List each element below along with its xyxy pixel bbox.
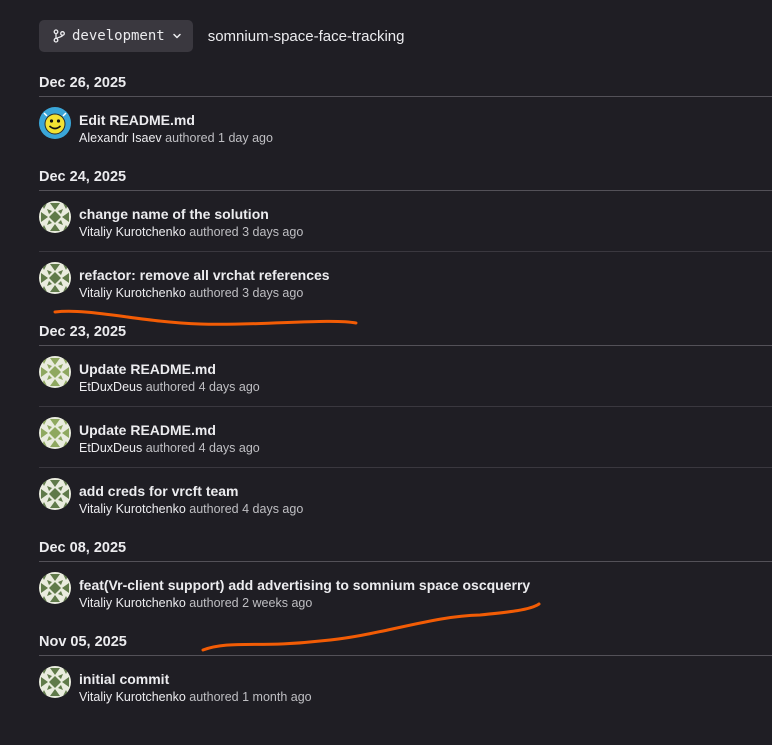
commit-author[interactable]: EtDuxDeus (79, 441, 142, 455)
commit-action: authored (189, 225, 239, 239)
commit-time: 1 day ago (218, 131, 273, 145)
commit-meta: EtDuxDeus authored 4 days ago (79, 441, 260, 455)
commit-action: authored (165, 131, 215, 145)
commit-meta: Vitaliy Kurotchenko authored 3 days ago (79, 225, 303, 239)
avatar[interactable] (39, 262, 71, 294)
commit-author[interactable]: Vitaliy Kurotchenko (79, 502, 186, 516)
commit-time: 3 days ago (242, 225, 304, 239)
commit-action: authored (145, 441, 196, 455)
day-header: Dec 24, 2025 (39, 158, 772, 191)
day-header: Dec 08, 2025 (39, 529, 772, 562)
commit-author[interactable]: Alexandr Isaev (79, 131, 162, 145)
avatar[interactable] (39, 107, 71, 139)
commit-time: 4 days ago (242, 502, 304, 516)
commit-meta: Vitaliy Kurotchenko authored 1 month ago (79, 690, 312, 704)
commit-action: authored (189, 502, 239, 516)
commit-action: authored (189, 286, 239, 300)
commit-title[interactable]: Edit README.md (79, 112, 195, 128)
commit-title[interactable]: Update README.md (79, 422, 216, 438)
commit-time: 1 month ago (242, 690, 312, 704)
avatar[interactable] (39, 356, 71, 388)
commit-row[interactable]: refactor: remove all vrchat references Vi… (39, 252, 772, 313)
commit-author[interactable]: Vitaliy Kurotchenko (79, 286, 186, 300)
commit-meta: Vitaliy Kurotchenko authored 4 days ago (79, 502, 303, 516)
commit-row[interactable]: Edit README.md Alexandr Isaev authored 1 … (39, 97, 772, 158)
commit-row[interactable]: initial commit Vitaliy Kurotchenko author… (39, 656, 772, 717)
commit-meta: Vitaliy Kurotchenko authored 2 weeks ago (79, 596, 312, 610)
commit-title[interactable]: refactor: remove all vrchat references (79, 267, 330, 283)
chevron-down-icon (171, 30, 183, 42)
commit-action: authored (189, 690, 239, 704)
day-header: Dec 23, 2025 (39, 313, 772, 346)
day-header: Dec 26, 2025 (39, 64, 772, 97)
branch-icon (52, 29, 66, 43)
commit-action: authored (189, 596, 239, 610)
commit-author[interactable]: Vitaliy Kurotchenko (79, 596, 186, 610)
avatar[interactable] (39, 572, 71, 604)
commit-author[interactable]: Vitaliy Kurotchenko (79, 690, 186, 704)
commit-title[interactable]: Update README.md (79, 361, 216, 377)
commit-time: 3 days ago (242, 286, 304, 300)
commit-list: Dec 26, 2025 Edit README.md Alexandr Isaev… (39, 64, 772, 717)
avatar[interactable] (39, 666, 71, 698)
commit-meta: Vitaliy Kurotchenko authored 3 days ago (79, 286, 303, 300)
commit-meta: EtDuxDeus authored 4 days ago (79, 380, 260, 394)
commit-time: 2 weeks ago (242, 596, 313, 610)
commit-title[interactable]: initial commit (79, 671, 169, 687)
branch-name: development (72, 28, 165, 44)
avatar[interactable] (39, 478, 71, 510)
commit-title[interactable]: feat(Vr-client support) add advertising … (79, 577, 530, 593)
commit-row[interactable]: feat(Vr-client support) add advertising … (39, 562, 772, 623)
commit-row[interactable]: Update README.md EtDuxDeus authored 4 day… (39, 346, 772, 407)
commit-meta: Alexandr Isaev authored 1 day ago (79, 131, 273, 145)
avatar[interactable] (39, 201, 71, 233)
commit-time: 4 days ago (198, 380, 260, 394)
commit-author[interactable]: EtDuxDeus (79, 380, 142, 394)
top-bar: development somnium-space-face-tracking (39, 20, 404, 52)
commit-title[interactable]: add creds for vrcft team (79, 483, 239, 499)
day-header: Nov 05, 2025 (39, 623, 772, 656)
commit-action: authored (145, 380, 196, 394)
commit-row[interactable]: change name of the solution Vitaliy Kurot… (39, 191, 772, 252)
commit-time: 4 days ago (198, 441, 260, 455)
commit-author[interactable]: Vitaliy Kurotchenko (79, 225, 186, 239)
avatar[interactable] (39, 417, 71, 449)
commit-title[interactable]: change name of the solution (79, 206, 269, 222)
commit-row[interactable]: Update README.md EtDuxDeus authored 4 day… (39, 407, 772, 468)
commit-row[interactable]: add creds for vrcft team Vitaliy Kurotche… (39, 468, 772, 529)
repo-path[interactable]: somnium-space-face-tracking (208, 28, 405, 45)
branch-selector-button[interactable]: development (39, 20, 193, 52)
